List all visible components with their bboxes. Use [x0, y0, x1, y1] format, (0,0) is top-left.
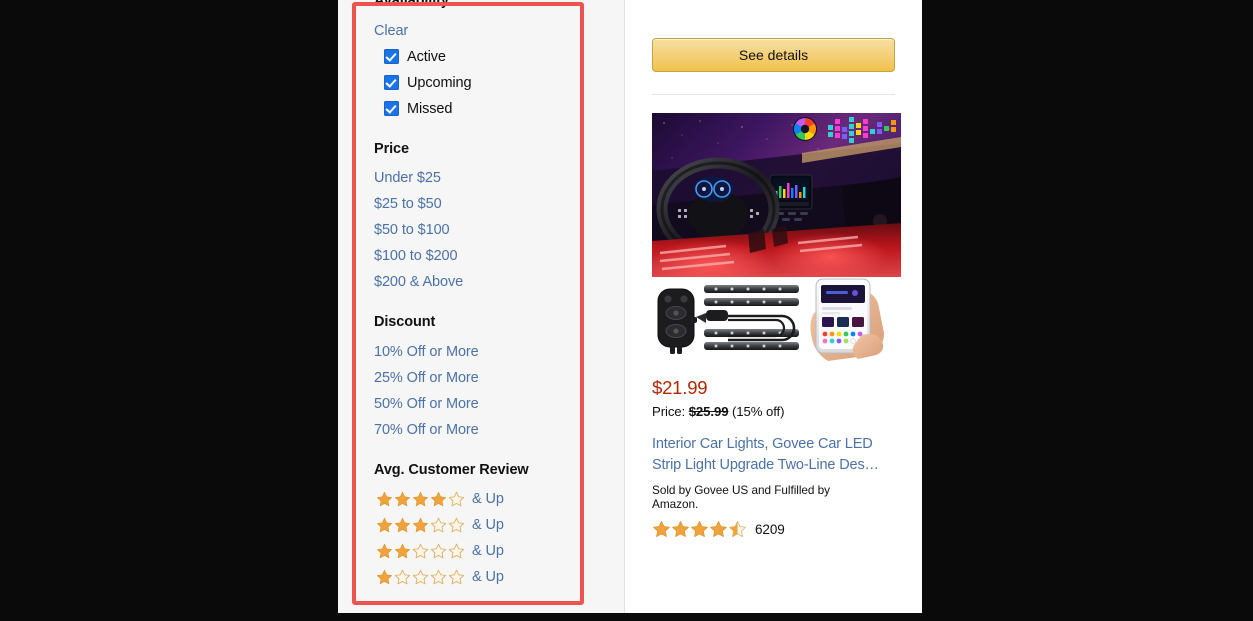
availability-label-upcoming: Upcoming	[407, 74, 472, 91]
star-full-icon	[412, 491, 429, 508]
star-rating-2	[376, 543, 466, 560]
star-full-icon	[709, 520, 728, 539]
see-details-button[interactable]: See details	[652, 38, 895, 72]
price-option-200-and-above[interactable]: $200 & Above	[374, 269, 604, 295]
discount-option-50[interactable]: 50% Off or More	[374, 391, 604, 417]
product-price-was: $25.99	[688, 404, 729, 419]
product-price-current: $21.99	[652, 377, 708, 398]
price-option-50-to-100[interactable]: $50 to $100	[374, 217, 604, 243]
price-prefix-label: Price:	[652, 404, 686, 419]
review-option-2-and-up[interactable]: & Up	[376, 538, 604, 564]
review-and-up-label-3: & Up	[472, 517, 504, 534]
availability-clear-link[interactable]: Clear	[374, 18, 604, 44]
star-full-icon	[376, 543, 393, 560]
discount-option-70[interactable]: 70% Off or More	[374, 417, 604, 443]
star-full-icon	[652, 520, 671, 539]
review-and-up-label-4: & Up	[472, 491, 504, 508]
availability-checkbox-active[interactable]: Active	[384, 44, 604, 70]
discount-option-10[interactable]: 10% Off or More	[374, 339, 604, 365]
availability-checkbox-upcoming[interactable]: Upcoming	[384, 70, 604, 96]
review-heading: Avg. Customer Review	[374, 461, 529, 478]
star-full-icon	[430, 491, 447, 508]
availability-checkbox-missed[interactable]: Missed	[384, 96, 604, 122]
star-empty-icon	[448, 543, 465, 560]
review-option-3-and-up[interactable]: & Up	[376, 512, 604, 538]
star-half-icon	[728, 520, 747, 539]
star-full-icon	[394, 543, 411, 560]
checkbox-checked-icon[interactable]	[384, 75, 399, 91]
filter-group-price: Price Under $25 $25 to $50 $50 to $100 $…	[374, 140, 604, 296]
discount-heading: Discount	[374, 314, 436, 331]
checkbox-checked-icon[interactable]	[384, 101, 399, 117]
amazon-deals-page: Availability Clear Active Upcoming Misse…	[338, 0, 922, 613]
star-full-icon	[394, 491, 411, 508]
star-full-icon	[376, 491, 393, 508]
see-details-button-wrap: See details	[625, 0, 922, 95]
filter-group-discount: Discount 10% Off or More 25% Off or More…	[374, 313, 604, 443]
star-full-icon	[671, 520, 690, 539]
star-empty-icon	[394, 569, 411, 586]
discount-option-25[interactable]: 25% Off or More	[374, 365, 604, 391]
panel-divider	[652, 94, 895, 95]
product-title-link[interactable]: Interior Car Lights, Govee Car LED Strip…	[652, 434, 895, 476]
availability-label-active: Active	[407, 48, 446, 65]
product-rating-row[interactable]: 6209	[652, 520, 895, 539]
product-star-rating	[652, 520, 747, 539]
product-detail-panel: See details $21.99 Price: $25.99 (15% of…	[625, 0, 922, 613]
filter-group-review: Avg. Customer Review & Up & Up & Up & Up	[374, 461, 604, 591]
availability-label-missed: Missed	[407, 100, 453, 117]
star-rating-3	[376, 517, 466, 534]
star-full-icon	[412, 517, 429, 534]
star-full-icon	[690, 520, 709, 539]
price-option-100-to-200[interactable]: $100 to $200	[374, 243, 604, 269]
star-empty-icon	[412, 569, 429, 586]
star-empty-icon	[412, 543, 429, 560]
product-review-count[interactable]: 6209	[755, 522, 785, 537]
checkbox-checked-icon[interactable]	[384, 49, 399, 65]
availability-heading: Availability	[374, 0, 449, 9]
product-discount-percent: (15% off)	[732, 404, 785, 419]
star-full-icon	[376, 569, 393, 586]
product-photo-graphic	[652, 113, 901, 364]
price-heading: Price	[374, 140, 409, 157]
filters-sidebar: Availability Clear Active Upcoming Misse…	[338, 0, 625, 613]
filter-group-availability: Availability Clear Active Upcoming Misse…	[374, 0, 604, 122]
star-empty-icon	[448, 491, 465, 508]
product-sold-by: Sold by Govee US and Fulfilled by Amazon…	[652, 483, 831, 511]
star-full-icon	[394, 517, 411, 534]
price-option-under-25[interactable]: Under $25	[374, 165, 604, 191]
star-empty-icon	[448, 517, 465, 534]
star-empty-icon	[430, 569, 447, 586]
star-empty-icon	[448, 569, 465, 586]
product-info: $21.99 Price: $25.99 (15% off) Interior …	[652, 376, 895, 539]
product-image[interactable]	[652, 113, 901, 364]
review-and-up-label-2: & Up	[472, 543, 504, 560]
review-option-4-and-up[interactable]: & Up	[376, 486, 604, 512]
star-empty-icon	[430, 543, 447, 560]
review-and-up-label-1: & Up	[472, 569, 504, 586]
star-empty-icon	[430, 517, 447, 534]
star-rating-1	[376, 569, 466, 586]
product-price-original-row: Price: $25.99 (15% off)	[652, 402, 895, 422]
star-rating-4	[376, 491, 466, 508]
review-option-1-and-up[interactable]: & Up	[376, 564, 604, 590]
star-full-icon	[376, 517, 393, 534]
price-option-25-to-50[interactable]: $25 to $50	[374, 191, 604, 217]
screenshot-root: Availability Clear Active Upcoming Misse…	[0, 0, 1253, 621]
